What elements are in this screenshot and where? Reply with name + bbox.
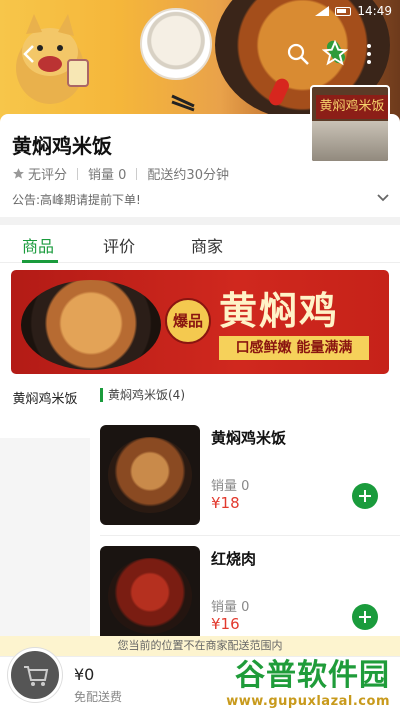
promo-banner[interactable]: 爆品 黄焖鸡 口感鲜嫩 能量满满 (11, 270, 389, 374)
promo-title: 黄焖鸡 (219, 288, 340, 333)
store-name: 黄焖鸡米饭 (12, 134, 112, 158)
meta-separator (136, 167, 138, 180)
header-actions (0, 40, 400, 68)
store-photo-sign: 黄焖鸡米饭 (316, 95, 388, 119)
chopsticks-illustration (171, 94, 195, 112)
category-item-huangmenji[interactable]: 黄焖鸡米饭 (0, 380, 90, 438)
section-header: 黄焖鸡米饭(4) (100, 388, 185, 402)
store-photo: 黄焖鸡米饭 (310, 85, 390, 163)
add-to-cart-button[interactable] (352, 483, 378, 509)
add-to-cart-button[interactable] (352, 604, 378, 630)
promo-badge: 爆品 (165, 298, 211, 344)
menu-item-image (100, 546, 200, 646)
store-sales: 销量 0 (88, 168, 127, 183)
meta-separator (77, 167, 79, 180)
menu-item-image (100, 425, 200, 525)
back-arrow-icon[interactable] (18, 42, 42, 66)
section-divider (0, 217, 400, 225)
chevron-down-icon[interactable] (376, 192, 390, 204)
item-divider (100, 535, 400, 536)
battery-icon (335, 6, 352, 16)
watermark-title: 谷普软件园 (235, 658, 390, 693)
tab-reviews[interactable]: 评价 (103, 233, 135, 257)
menu-item[interactable]: 黄焖鸡米饭 销量 0 ¥18 (100, 425, 390, 533)
promo-dish-image (21, 280, 161, 370)
store-photo-front (312, 121, 388, 161)
watermark: 谷普软件园 www.gupuxlazal.com (226, 650, 390, 709)
menu-item-name: 红烧肉 (211, 550, 257, 568)
menu-item-price: ¥16 (211, 615, 240, 633)
more-options-icon[interactable] (364, 42, 374, 66)
tab-products[interactable]: 商品 (22, 233, 54, 257)
menu-item-sales: 销量 0 (211, 600, 250, 615)
cart-total: ¥0 (74, 665, 95, 684)
status-time: 14:49 (357, 4, 392, 18)
store-rating: 无评分 (28, 168, 68, 183)
search-icon[interactable] (286, 42, 310, 66)
rating-star-icon (13, 168, 24, 179)
menu-item-sales: 销量 0 (211, 479, 250, 494)
status-bar: 14:49 (0, 0, 400, 22)
active-tab-indicator (22, 260, 58, 263)
signal-icon (315, 6, 330, 16)
favorite-star-icon[interactable] (322, 40, 348, 66)
promo-slogan: 口感鲜嫩 能量满满 (219, 336, 369, 360)
cart-button[interactable] (8, 648, 62, 702)
menu-item-name: 黄焖鸡米饭 (211, 429, 287, 447)
store-delivery-time: 配送约30分钟 (147, 168, 229, 183)
menu-item-price: ¥18 (211, 494, 240, 512)
watermark-url: www.gupuxlazal.com (226, 694, 390, 709)
store-tabs: 商品 评价 商家 (0, 225, 400, 263)
store-meta: 无评分 销量 0 配送约30分钟 (12, 164, 229, 183)
delivery-fee: 免配送费 (74, 690, 123, 704)
store-notice[interactable]: 公告:高峰期请提前下单! (12, 191, 141, 208)
tab-merchant[interactable]: 商家 (191, 233, 223, 257)
cart-icon (24, 666, 49, 686)
